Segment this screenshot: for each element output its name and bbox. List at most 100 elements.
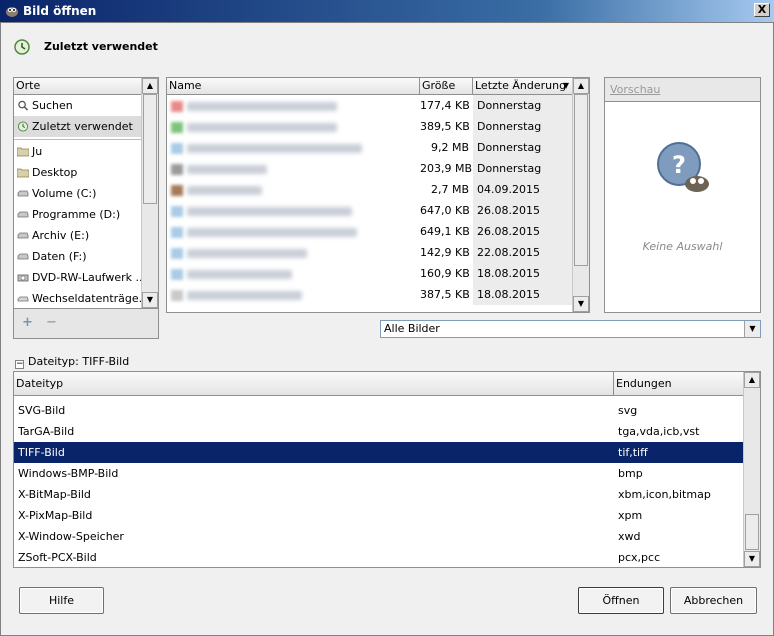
scroll-up-icon[interactable]: ▲ bbox=[573, 78, 589, 94]
places-pane: Orte Suchen Zuletzt verwendet Ju Desktop Vol… bbox=[13, 77, 159, 309]
file-row[interactable]: 203,9 MB Donnerstag bbox=[167, 158, 574, 179]
scroll-thumb[interactable] bbox=[745, 514, 759, 550]
places-item[interactable]: Programme (D:) bbox=[14, 204, 143, 225]
file-filter-select[interactable]: Alle Bilder ▼ bbox=[380, 320, 761, 338]
filetype-row[interactable]: X-BitMap-Bild xbm,icon,bitmap bbox=[14, 484, 744, 505]
filetype-row[interactable]: Windows-BMP-Bild bmp bbox=[14, 463, 744, 484]
filetype-extensions: xwd bbox=[618, 530, 641, 543]
window-title: Bild öffnen bbox=[23, 4, 97, 18]
svg-text:?: ? bbox=[672, 151, 686, 179]
chevron-down-icon[interactable]: ▼ bbox=[744, 321, 760, 337]
column-size[interactable]: Größe bbox=[420, 78, 473, 95]
column-filetype[interactable]: Dateityp bbox=[14, 372, 614, 396]
scroll-down-icon[interactable]: ▼ bbox=[142, 292, 158, 308]
places-item-label: Wechseldatenträge... bbox=[32, 292, 150, 305]
file-row[interactable]: 177,4 KB Donnerstag bbox=[167, 95, 574, 116]
file-name-blurred bbox=[171, 263, 292, 284]
file-name-blurred bbox=[171, 284, 302, 305]
places-item[interactable]: Ju bbox=[14, 141, 143, 162]
file-modified: Donnerstag bbox=[477, 120, 542, 133]
collapse-icon[interactable]: − bbox=[15, 360, 24, 369]
places-item-label: Programme (D:) bbox=[32, 208, 121, 221]
file-modified: 18.08.2015 bbox=[477, 267, 540, 280]
gimp-icon bbox=[6, 7, 18, 17]
title-bar: Bild öffnen X bbox=[0, 0, 774, 22]
file-row[interactable]: 160,9 KB 18.08.2015 bbox=[167, 263, 574, 284]
drive-icon bbox=[17, 211, 29, 218]
close-button[interactable]: X bbox=[754, 3, 770, 17]
image-file-icon bbox=[171, 163, 183, 175]
places-item[interactable]: Zuletzt verwendet bbox=[14, 116, 143, 137]
add-bookmark-button[interactable]: + bbox=[22, 315, 33, 330]
recent-icon bbox=[14, 39, 30, 55]
file-row[interactable]: 647,0 KB 26.08.2015 bbox=[167, 200, 574, 221]
filetype-extensions: tif,tiff bbox=[618, 446, 648, 459]
filetype-row[interactable]: TarGA-Bild tga,vda,icb,vst bbox=[14, 421, 744, 442]
filetype-row[interactable]: X-Window-Speicher xwd bbox=[14, 526, 744, 547]
scroll-thumb[interactable] bbox=[574, 94, 588, 266]
blurred-filename bbox=[187, 206, 352, 216]
filetype-scrollbar[interactable]: ▲ ▼ bbox=[743, 372, 760, 567]
places-item-label: DVD-RW-Laufwerk ... bbox=[32, 271, 147, 284]
remove-bookmark-button[interactable]: − bbox=[46, 315, 57, 330]
file-filter-value: Alle Bilder bbox=[384, 322, 440, 335]
file-name-blurred bbox=[171, 137, 362, 158]
optical-drive-icon bbox=[17, 274, 29, 282]
help-button[interactable]: Hilfe bbox=[19, 587, 104, 614]
filetype-row[interactable]: SVG-Bild svg bbox=[14, 400, 744, 421]
file-size: 9,2 MB bbox=[430, 141, 469, 154]
image-file-icon bbox=[171, 268, 183, 280]
file-row[interactable]: 142,9 KB 22.08.2015 bbox=[167, 242, 574, 263]
blurred-filename bbox=[187, 143, 362, 153]
file-modified: Donnerstag bbox=[477, 141, 542, 154]
file-modified: Donnerstag bbox=[477, 99, 542, 112]
column-extensions[interactable]: Endungen bbox=[614, 372, 744, 396]
places-item[interactable]: Archiv (E:) bbox=[14, 225, 143, 246]
file-modified: 18.08.2015 bbox=[477, 288, 540, 301]
blurred-filename bbox=[187, 227, 357, 237]
places-separator bbox=[14, 139, 143, 140]
scroll-down-icon[interactable]: ▼ bbox=[744, 551, 760, 567]
filetype-list: Dateityp Endungen SVG-Bild svg TarGA-Bild t… bbox=[13, 371, 761, 568]
filetype-row[interactable]: ZSoft-PCX-Bild pcx,pcc bbox=[14, 547, 744, 567]
recent-icon bbox=[17, 121, 29, 132]
scroll-down-icon[interactable]: ▼ bbox=[573, 296, 589, 312]
files-scrollbar[interactable]: ▲ ▼ bbox=[572, 78, 589, 312]
filetype-row[interactable]: TIFF-Bild tif,tiff bbox=[14, 442, 744, 463]
places-item[interactable]: Desktop bbox=[14, 162, 143, 183]
scroll-up-icon[interactable]: ▲ bbox=[744, 372, 760, 388]
places-item[interactable]: Wechseldatenträge... bbox=[14, 288, 149, 308]
column-name[interactable]: Name bbox=[167, 78, 420, 95]
image-file-icon bbox=[171, 247, 183, 259]
places-item-label: Daten (F:) bbox=[32, 250, 87, 263]
preview-button[interactable]: Vorschau bbox=[605, 78, 760, 102]
blurred-filename bbox=[187, 185, 262, 195]
file-row[interactable]: 389,5 KB Donnerstag bbox=[167, 116, 574, 137]
scroll-thumb[interactable] bbox=[143, 94, 157, 204]
scroll-up-icon[interactable]: ▲ bbox=[142, 78, 158, 94]
filetype-row[interactable]: X-PixMap-Bild xpm bbox=[14, 505, 744, 526]
image-file-icon bbox=[171, 205, 183, 217]
file-name-blurred bbox=[171, 242, 307, 263]
file-name-blurred bbox=[171, 116, 337, 137]
places-header[interactable]: Orte bbox=[14, 78, 143, 95]
no-preview-icon: ? bbox=[657, 142, 709, 192]
column-modified[interactable]: Letzte Änderung ▼ bbox=[473, 78, 574, 95]
image-file-icon bbox=[171, 226, 183, 238]
file-row[interactable]: 387,5 KB 18.08.2015 bbox=[167, 284, 574, 305]
places-item[interactable]: Daten (F:) bbox=[14, 246, 143, 267]
places-scrollbar[interactable]: ▲ ▼ bbox=[141, 78, 158, 308]
places-item-label: Ju bbox=[32, 145, 43, 158]
breadcrumb[interactable]: Zuletzt verwendet bbox=[44, 40, 158, 53]
file-row[interactable]: 9,2 MB Donnerstag bbox=[167, 137, 574, 158]
open-button[interactable]: Öffnen bbox=[578, 587, 664, 614]
places-item[interactable]: Suchen bbox=[14, 95, 143, 116]
file-row[interactable]: 2,7 MB 04.09.2015 bbox=[167, 179, 574, 200]
cancel-button[interactable]: Abbrechen bbox=[670, 587, 757, 614]
file-row[interactable]: 649,1 KB 26.08.2015 bbox=[167, 221, 574, 242]
filetype-extensions: xpm bbox=[618, 509, 643, 522]
blurred-filename bbox=[187, 269, 292, 279]
filetype-expander[interactable]: − Dateityp: TIFF-Bild bbox=[15, 355, 129, 369]
places-item[interactable]: Volume (C:) bbox=[14, 183, 143, 204]
places-item[interactable]: DVD-RW-Laufwerk ... bbox=[14, 267, 147, 288]
